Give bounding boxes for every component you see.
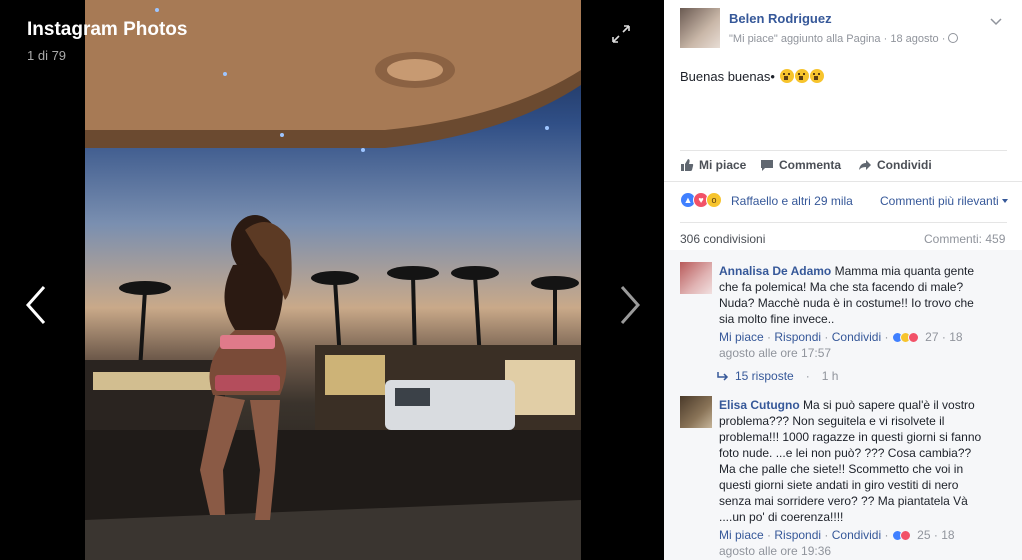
photo-scene: [85, 0, 581, 560]
replies-count: 15 risposte: [735, 369, 794, 383]
photo-counter: 1 di 79: [27, 48, 67, 63]
divider: [680, 150, 1007, 151]
comment-like-link[interactable]: Mi piace: [719, 330, 764, 344]
meta-separator: ·: [941, 33, 946, 45]
share-button[interactable]: Condividi: [858, 158, 932, 172]
comment-reaction-count[interactable]: 25: [917, 528, 930, 542]
comment-like-link[interactable]: Mi piace: [719, 528, 764, 542]
action-separator: ·: [805, 369, 810, 383]
action-separator: ·: [933, 528, 938, 542]
comment-text: Elisa Cutugno Ma si può sapere qual'è il…: [719, 397, 989, 525]
comment-actions: Mi piace · Rispondi · Condividi · 27 · 1…: [719, 329, 989, 361]
like-button[interactable]: Mi piace: [680, 158, 746, 172]
comment-text: Annalisa De Adamo Mamma mia quanta gente…: [719, 263, 989, 327]
share-arrow-icon: [859, 160, 871, 170]
comment-reply-link[interactable]: Rispondi: [774, 528, 821, 542]
post-text: Buenas buenas•: [680, 69, 824, 84]
comments-list: Annalisa De Adamo Mamma mia quanta gente…: [664, 250, 1022, 560]
page-name-link[interactable]: Belen Rodriguez: [729, 11, 832, 26]
post-options-chevron-icon[interactable]: [990, 13, 1002, 26]
photo-viewer: Instagram Photos 1 di 79: [0, 0, 664, 560]
previous-photo-button[interactable]: [22, 283, 52, 327]
love-reaction-icon: [899, 530, 911, 541]
love-reaction-icon: [907, 332, 919, 343]
post-panel: Belen Rodriguez "Mi piace" aggiunto alla…: [664, 0, 1022, 560]
action-separator: ·: [884, 330, 889, 344]
comment-content: Ma si può sapere qual'è il vostro proble…: [719, 398, 982, 524]
comment-avatar[interactable]: [680, 262, 712, 294]
meta-separator: ·: [883, 33, 888, 45]
comment-sort-label: Commenti più rilevanti: [880, 194, 999, 208]
reaction-icons[interactable]: ▲ ♥ o: [680, 192, 722, 208]
comment-button[interactable]: Commenta: [760, 158, 841, 172]
action-separator: ·: [884, 528, 889, 542]
replies-time: 1 h: [821, 369, 839, 383]
album-title[interactable]: Instagram Photos: [27, 19, 187, 41]
comment-reaction-count[interactable]: 27: [925, 330, 938, 344]
action-separator: ·: [767, 330, 772, 344]
thinking-emoji-icon: [809, 69, 824, 83]
comment-icon: [761, 160, 773, 171]
comment-sort-dropdown[interactable]: Commenti più rilevanti: [880, 194, 1009, 208]
post-text-content: Buenas buenas•: [680, 69, 775, 84]
caret-down-icon: [1002, 199, 1009, 203]
thinking-emoji-icon: [794, 69, 809, 83]
comment-actions: Mi piace · Rispondi · Condividi · 25 · 1…: [719, 527, 989, 559]
action-separator: ·: [941, 330, 946, 344]
divider: [664, 181, 1022, 182]
comments-count: Commenti: 459: [924, 232, 1006, 246]
wow-reaction-icon: o: [706, 192, 722, 208]
action-separator: ·: [767, 528, 772, 542]
meta-action: "Mi piace" aggiunto alla Pagina: [729, 33, 881, 45]
reply-arrow-icon: [717, 372, 729, 381]
main-photo[interactable]: [85, 0, 581, 560]
thumbs-up-icon: [681, 159, 694, 171]
comment-share-link[interactable]: Condividi: [832, 528, 881, 542]
comment-label: Commenta: [779, 158, 842, 172]
chevron-left-icon: [25, 286, 46, 324]
globe-icon: [948, 33, 959, 43]
view-replies-link[interactable]: 15 risposte · 1 h: [717, 369, 838, 383]
photo-theater: Instagram Photos 1 di 79 Belen Rodriguez…: [0, 0, 1022, 560]
like-label: Mi piace: [699, 158, 747, 172]
action-separator: ·: [824, 528, 829, 542]
post-date[interactable]: 18 agosto: [890, 33, 938, 45]
comment-author[interactable]: Annalisa De Adamo: [719, 264, 831, 278]
reaction-summary[interactable]: Raffaello e altri 29 mila: [731, 194, 853, 208]
comment-avatar[interactable]: [680, 396, 712, 428]
shares-count[interactable]: 306 condivisioni: [680, 232, 765, 246]
comment-reply-link[interactable]: Rispondi: [774, 330, 821, 344]
comment-author[interactable]: Elisa Cutugno: [719, 398, 800, 412]
post-meta: "Mi piace" aggiunto alla Pagina · 18 ago…: [729, 33, 959, 45]
next-photo-button[interactable]: [614, 283, 644, 327]
action-separator: ·: [824, 330, 829, 344]
fullscreen-icon[interactable]: [611, 24, 631, 44]
comment-share-link[interactable]: Condividi: [832, 330, 881, 344]
divider: [680, 222, 1007, 223]
thinking-emoji-icon: [779, 69, 794, 83]
chevron-right-icon: [620, 286, 641, 324]
page-avatar[interactable]: [680, 8, 720, 48]
share-label: Condividi: [877, 158, 932, 172]
